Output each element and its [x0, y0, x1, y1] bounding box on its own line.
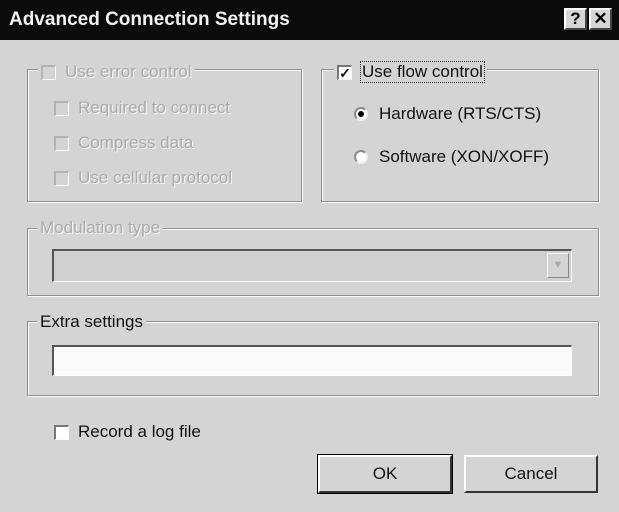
chevron-down-icon: ▼	[552, 259, 564, 271]
close-button[interactable]: ✕	[589, 8, 612, 30]
record-log-file-checkbox[interactable]: Record a log file	[54, 422, 201, 442]
use-cellular-protocol-label: Use cellular protocol	[78, 168, 233, 187]
software-flow-radio[interactable]: Software (XON/XOFF)	[354, 147, 549, 167]
checkmark-icon: ✓	[339, 64, 351, 81]
ok-button[interactable]: OK	[317, 454, 453, 494]
extra-settings-label: Extra settings	[40, 312, 143, 331]
use-flow-control-label: Use flow control	[360, 61, 485, 83]
modulation-type-legend: Modulation type	[37, 218, 164, 238]
hardware-radio-button	[354, 107, 368, 121]
use-error-control-box	[41, 64, 56, 80]
dropdown-arrow-button[interactable]: ▼	[547, 253, 569, 278]
cancel-button[interactable]: Cancel	[464, 455, 598, 493]
hardware-flow-radio[interactable]: Hardware (RTS/CTS)	[354, 104, 541, 124]
use-flow-control-box: ✓	[337, 64, 352, 81]
record-log-file-label: Record a log file	[78, 422, 201, 441]
extra-settings-legend: Extra settings	[37, 312, 146, 332]
use-cellular-protocol-box	[54, 170, 69, 186]
modulation-type-label: Modulation type	[40, 218, 161, 237]
help-icon: ?	[570, 9, 581, 28]
title-bar: Advanced Connection Settings ? ✕	[0, 0, 619, 40]
required-to-connect-box	[54, 100, 69, 116]
extra-settings-input[interactable]	[52, 345, 572, 376]
hardware-flow-label: Hardware (RTS/CTS)	[379, 104, 542, 123]
compress-data-label: Compress data	[78, 133, 194, 152]
help-button[interactable]: ?	[564, 8, 587, 30]
close-icon: ✕	[593, 9, 608, 28]
software-flow-label: Software (XON/XOFF)	[379, 147, 550, 166]
modulation-type-dropdown[interactable]: ▼	[52, 249, 572, 282]
software-radio-button	[354, 150, 368, 164]
record-log-file-box	[54, 424, 69, 440]
use-cellular-protocol-checkbox[interactable]: Use cellular protocol	[54, 168, 232, 188]
required-to-connect-checkbox[interactable]: Required to connect	[54, 98, 230, 118]
compress-data-checkbox[interactable]: Compress data	[54, 133, 193, 153]
use-error-control-label: Use error control	[65, 62, 192, 81]
flow-control-group	[321, 69, 599, 202]
window-title: Advanced Connection Settings	[9, 9, 290, 30]
required-to-connect-label: Required to connect	[78, 98, 231, 117]
use-error-control-checkbox[interactable]: Use error control	[38, 62, 195, 82]
compress-data-box	[54, 135, 69, 151]
use-flow-control-checkbox[interactable]: ✓ Use flow control	[334, 61, 487, 83]
